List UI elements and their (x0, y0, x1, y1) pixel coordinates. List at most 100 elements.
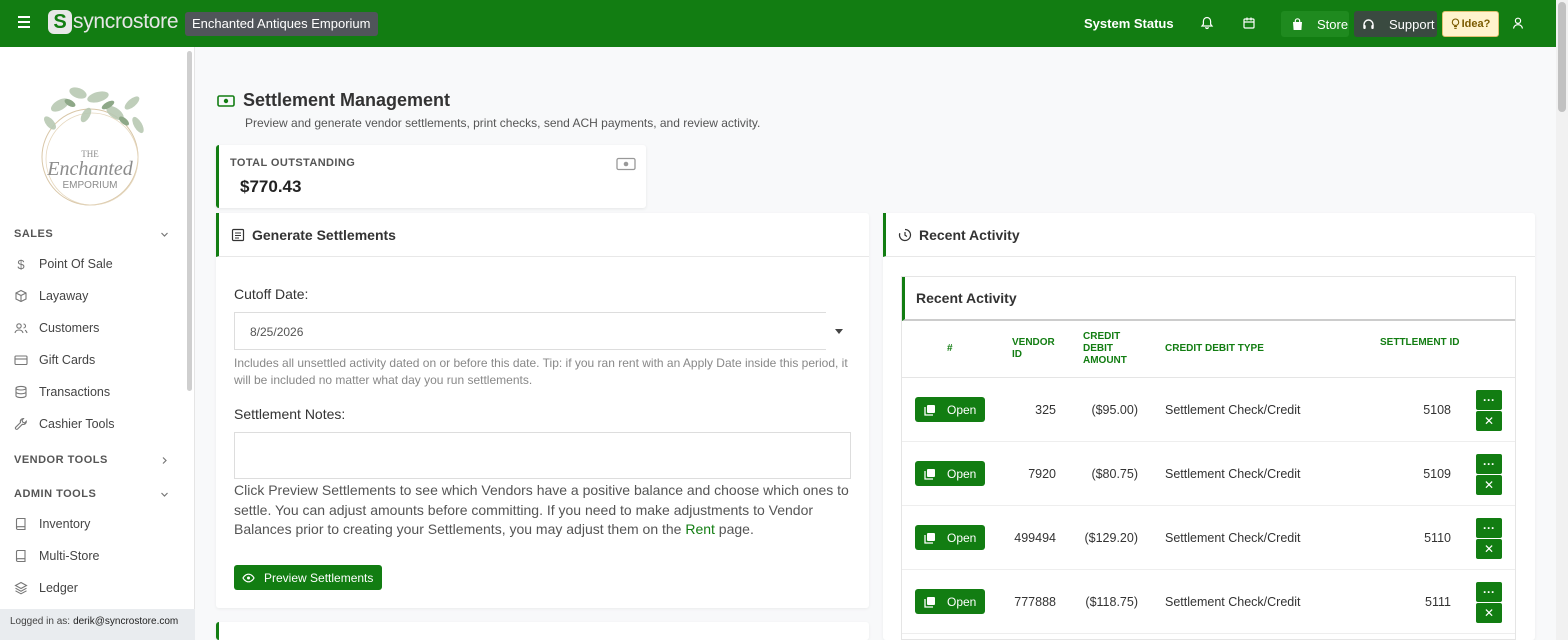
open-button[interactable]: Open (915, 397, 985, 422)
support-button[interactable]: Support (1354, 11, 1437, 37)
preview-button-label: Preview Settlements (264, 570, 374, 585)
chevron-right-icon[interactable] (160, 456, 169, 465)
logged-in-user: derik@syncrostore.com (73, 616, 179, 627)
sidebar: THE Enchanted EMPORIUM SALES $ Point Of … (0, 47, 195, 640)
money-bill-icon (616, 157, 636, 171)
sidebar-item-ledger[interactable]: Ledger (14, 577, 78, 599)
idea-button[interactable]: Idea? (1442, 11, 1499, 37)
table-row: Open 499494 ($129.20) Settlement Check/C… (902, 506, 1515, 570)
caret-down-icon (834, 328, 843, 334)
logo-text: syncrostore (73, 10, 179, 33)
sidebar-item-layaway[interactable]: Layaway (14, 285, 88, 307)
book-icon (15, 549, 26, 563)
system-status-link[interactable]: System Status (1084, 16, 1174, 31)
wrench-icon (14, 417, 27, 430)
sidebar-item-multi-store[interactable]: Multi-Store (14, 545, 99, 567)
more-options-button[interactable]: ··· (1476, 390, 1502, 410)
store-button-label: Store (1317, 16, 1349, 32)
logo-mark: S (48, 10, 72, 34)
column-header-vendor-id[interactable]: VENDOR ID (1012, 337, 1062, 361)
open-button-label: Open (947, 466, 977, 481)
more-options-button[interactable]: ··· (1476, 518, 1502, 538)
page-header: Settlement Management (217, 90, 450, 111)
more-options-button[interactable]: ··· (1476, 454, 1502, 474)
more-options-button[interactable]: ··· (1476, 582, 1502, 602)
remove-button[interactable]: ✕ (1476, 539, 1502, 559)
chevron-down-icon[interactable] (160, 230, 169, 239)
kpi-value: $770.43 (240, 177, 302, 196)
preview-settlements-button[interactable]: Preview Settlements (234, 565, 382, 590)
page-scrollbar-thumb[interactable] (1558, 2, 1566, 112)
column-header-amount[interactable]: CREDIT DEBIT AMOUNT (1083, 331, 1138, 367)
book-icon (15, 517, 26, 531)
store-button[interactable]: Store (1281, 11, 1349, 37)
sidebar-item-transactions[interactable]: Transactions (14, 381, 110, 403)
page-subtitle: Preview and generate vendor settlements,… (245, 116, 761, 130)
store-name-badge[interactable]: Enchanted Antiques Emporium (185, 12, 378, 36)
users-icon (14, 323, 28, 334)
sidebar-item-label: Transactions (39, 385, 111, 399)
generate-settlements-header: Generate Settlements (216, 213, 869, 257)
vendor-id-cell: 499494 (1014, 531, 1056, 545)
settlement-id-cell: 5111 (1425, 595, 1451, 609)
table-title: Recent Activity (902, 277, 1515, 321)
sidebar-section-sales[interactable]: SALES (14, 228, 53, 240)
headset-icon (1363, 18, 1374, 29)
settlement-notes-textarea[interactable] (234, 432, 851, 479)
layers-icon (14, 581, 28, 595)
vendor-id-cell: 777888 (1014, 595, 1056, 609)
sidebar-item-label: Inventory (39, 517, 91, 531)
open-button[interactable]: Open (915, 461, 985, 486)
sidebar-scrollbar[interactable] (187, 51, 192, 391)
open-button-label: Open (947, 594, 977, 609)
column-header-type[interactable]: CREDIT DEBIT TYPE (1165, 343, 1264, 355)
enchanted-emporium-logo: THE Enchanted EMPORIUM (41, 87, 144, 206)
cutoff-date-help: Includes all unsettled activity dated on… (234, 356, 848, 387)
cutoff-date-input[interactable]: 8/25/2026 (234, 312, 826, 350)
sidebar-section-admin-tools[interactable]: ADMIN TOOLS (14, 488, 96, 500)
instructions-pre: Click Preview Settlements to see which V… (234, 482, 849, 537)
sidebar-item-customers[interactable]: Customers (14, 317, 99, 339)
instructions-text: Click Preview Settlements to see which V… (234, 481, 854, 540)
svg-text:$: $ (17, 257, 25, 271)
cutoff-date-label: Cutoff Date: (234, 286, 309, 302)
column-header-number[interactable]: # (947, 343, 953, 355)
page-title: Settlement Management (243, 90, 451, 110)
sidebar-item-label: Layaway (39, 289, 89, 303)
hamburger-menu-icon[interactable] (18, 16, 30, 30)
amount-cell: ($95.00) (1091, 403, 1138, 417)
shopping-bag-icon (1293, 17, 1302, 30)
open-button[interactable]: Open (915, 525, 985, 550)
sidebar-item-cashier-tools[interactable]: Cashier Tools (14, 413, 115, 435)
sidebar-item-label: Multi-Store (39, 549, 100, 563)
credit-card-icon (14, 355, 28, 366)
remove-button[interactable]: ✕ (1476, 411, 1502, 431)
remove-button[interactable]: ✕ (1476, 475, 1502, 495)
dollar-icon: $ (17, 257, 25, 271)
remove-button[interactable]: ✕ (1476, 603, 1502, 623)
bell-icon[interactable] (1200, 16, 1214, 30)
rent-link[interactable]: Rent (685, 521, 715, 537)
recent-activity-header: Recent Activity (883, 213, 1535, 257)
column-header-settlement-id[interactable]: SETTLEMENT ID (1380, 337, 1460, 349)
package-icon (15, 289, 27, 303)
sidebar-item-gift-cards[interactable]: Gift Cards (14, 349, 95, 371)
user-icon[interactable] (1511, 16, 1525, 30)
sidebar-item-point-of-sale[interactable]: $ Point Of Sale (14, 253, 112, 275)
sidebar-item-inventory[interactable]: Inventory (14, 513, 90, 535)
table-header-row: # VENDOR ID CREDIT DEBIT AMOUNT CREDIT D… (902, 321, 1515, 378)
sidebar-item-label: Cashier Tools (39, 417, 115, 431)
collection-icon (924, 468, 935, 480)
clock-history-icon (898, 228, 912, 241)
open-button-label: Open (947, 530, 977, 545)
calendar-icon[interactable] (1242, 16, 1256, 30)
syncrostore-logo[interactable]: S syncrostore (48, 10, 179, 34)
sidebar-section-vendor-tools[interactable]: VENDOR TOOLS (14, 454, 108, 466)
chevron-down-icon[interactable] (160, 490, 169, 499)
settlement-notes-label: Settlement Notes: (234, 406, 346, 422)
open-button[interactable]: Open (915, 589, 985, 614)
table-row: Open 7920 ($80.75) Settlement Check/Cred… (902, 442, 1515, 506)
page-scrollbar[interactable] (1556, 0, 1568, 640)
date-dropdown-toggle[interactable] (826, 312, 851, 350)
vendor-id-cell: 7920 (1028, 467, 1056, 481)
